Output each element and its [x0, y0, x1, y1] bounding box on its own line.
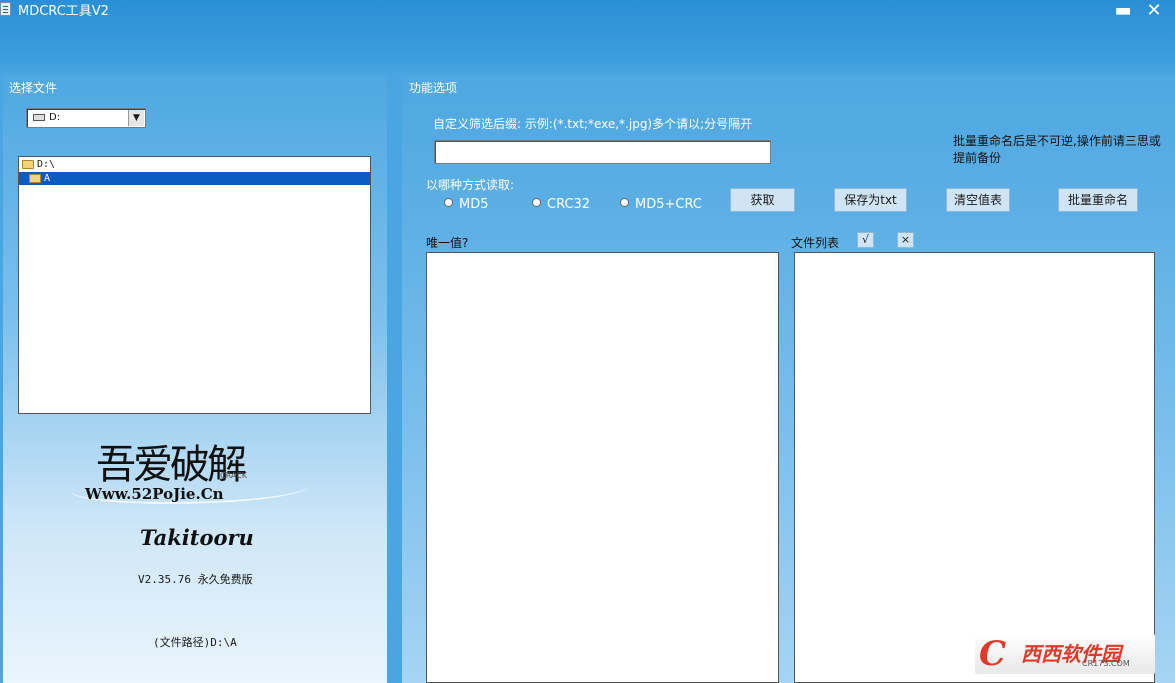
- radio-md5-crc[interactable]: MD5+CRC: [620, 197, 702, 212]
- drive-icon: [33, 114, 45, 121]
- radio-icon: [532, 198, 541, 207]
- tree-item-selected[interactable]: A: [19, 172, 370, 185]
- title-bar: MDCRC工具V2 ▬ ✕: [0, 0, 1175, 24]
- 52pojie-logo: 吾爱破解 CRACK Www.52PoJie.Cn: [70, 432, 315, 512]
- radio-crc32[interactable]: CRC32: [532, 197, 590, 212]
- watermark-url: CR173.COM: [1082, 659, 1130, 668]
- radio-icon: [620, 198, 629, 207]
- select-all-button[interactable]: √: [857, 232, 874, 248]
- rename-warning: 批量重命名后是不可逆,操作前请三思或提前备份: [953, 134, 1161, 165]
- drive-value: D:: [49, 112, 61, 123]
- file-list-textarea[interactable]: [794, 252, 1155, 683]
- drive-select[interactable]: D: ▼: [26, 108, 146, 128]
- read-mode-label: 以哪种方式读取:: [426, 178, 515, 192]
- tree-item-root[interactable]: D:\: [22, 158, 55, 171]
- radio-label: MD5+CRC: [635, 197, 702, 212]
- file-select-title: 选择文件: [9, 81, 58, 95]
- file-path: (文件路径)D:\A: [153, 636, 237, 649]
- logo-crack-text: CRACK: [220, 471, 247, 480]
- tree-item-label: A: [44, 173, 51, 184]
- directory-tree[interactable]: D:\ A: [18, 156, 371, 414]
- app-icon: [0, 2, 11, 16]
- logo-url: Www.52PoJie.Cn: [85, 485, 224, 503]
- radio-icon: [444, 198, 453, 207]
- cr173-watermark: C 西西软件园 CR173.COM: [975, 634, 1155, 674]
- unique-value-textarea[interactable]: [426, 252, 779, 683]
- window-title: MDCRC工具V2: [18, 4, 109, 19]
- chevron-down-icon[interactable]: ▼: [128, 110, 144, 126]
- save-txt-button[interactable]: 保存为txt: [834, 188, 907, 212]
- filter-label: 自定义筛选后缀: 示例:(*.txt;*exe,*.jpg)多个请以;分号隔开: [433, 117, 753, 131]
- radio-label: MD5: [459, 197, 489, 212]
- batch-rename-button[interactable]: 批量重命名: [1058, 188, 1138, 212]
- folder-open-icon: [22, 159, 34, 169]
- minimize-button[interactable]: ▬: [1112, 0, 1134, 22]
- logo-text: 吾爱破解: [96, 442, 247, 488]
- deselect-all-button[interactable]: ×: [897, 232, 914, 248]
- options-title: 功能选项: [409, 81, 458, 95]
- version-text: V2.35.76 永久免费版: [138, 573, 253, 586]
- get-button[interactable]: 获取: [730, 188, 795, 212]
- file-list-label: 文件列表: [791, 236, 840, 250]
- folder-open-icon: [29, 173, 41, 183]
- tree-item-label: D:\: [37, 159, 56, 170]
- unique-value-label: 唯一值?: [426, 236, 469, 250]
- watermark-logo-icon: C: [979, 634, 1007, 674]
- filter-input[interactable]: [434, 140, 771, 164]
- radio-md5[interactable]: MD5: [444, 197, 489, 212]
- radio-label: CRC32: [547, 197, 591, 212]
- author-name: Takitooru: [140, 525, 254, 550]
- clear-table-button[interactable]: 清空值表: [946, 188, 1010, 212]
- close-button[interactable]: ✕: [1143, 0, 1165, 22]
